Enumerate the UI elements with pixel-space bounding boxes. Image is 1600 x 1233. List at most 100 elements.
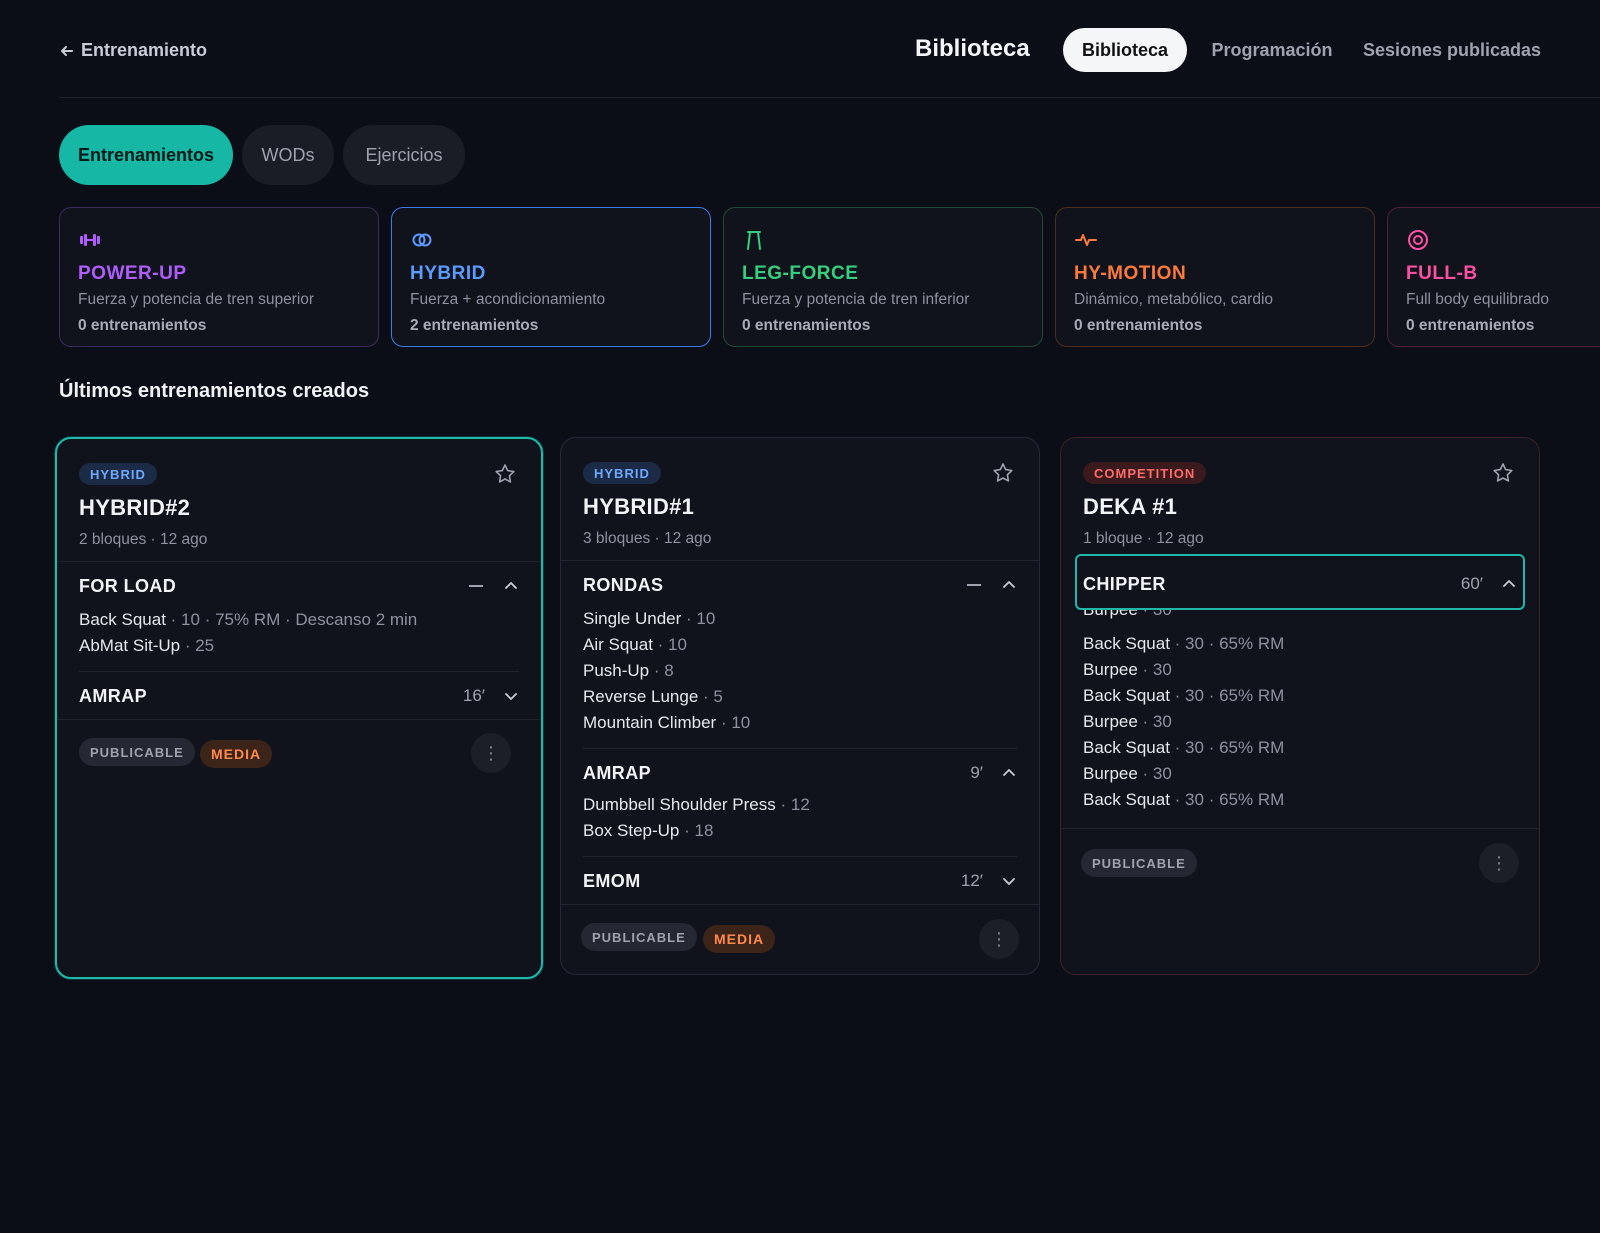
card-footer: PUBLICABLE ⋮ <box>1061 828 1539 908</box>
page-title: Biblioteca <box>915 35 1030 62</box>
nav-sesiones-publicadas[interactable]: Sesiones publicadas <box>1357 28 1547 72</box>
dumbbell-icon <box>80 234 100 246</box>
block-amrap: AMRAP 9′ Dumbbell Shoulder Press · 12 Bo… <box>583 748 1017 856</box>
nav-biblioteca[interactable]: Biblioteca <box>1063 28 1187 72</box>
category-title: LEG-FORCE <box>742 263 859 284</box>
workout-title: DEKA #1 <box>1083 494 1178 519</box>
exercise-item: Back Squat · 30 · 65% RM <box>1083 686 1285 705</box>
tab-ejercicios[interactable]: Ejercicios <box>343 125 465 185</box>
chevron-up-icon[interactable] <box>503 578 519 594</box>
star-icon[interactable] <box>493 462 517 486</box>
category-card-full-b[interactable]: FULL-B Full body equilibrado 0 entrenami… <box>1387 207 1600 347</box>
more-options-button[interactable]: ⋮ <box>471 733 511 773</box>
block-rondas: RONDAS Single Under · 10 Air Squat · 10 … <box>561 560 1039 748</box>
workout-card-deka-1[interactable]: COMPETITION DEKA #1 1 bloque · 12 ago Bu… <box>1060 437 1540 975</box>
block-for-load: FOR LOAD Back Squat · 10 · 75% RM · Desc… <box>57 561 541 671</box>
exercise-item: Air Squat · 10 <box>583 635 687 654</box>
section-title: Últimos entrenamientos creados <box>59 380 370 402</box>
exercise-item: Single Under · 10 <box>583 609 716 628</box>
exercise-item: Push-Up · 8 <box>583 661 674 680</box>
chevron-up-icon[interactable] <box>1001 765 1017 781</box>
nav-programacion[interactable]: Programación <box>1197 28 1347 72</box>
back-link-label: Entrenamiento <box>81 40 208 60</box>
block-duration: 9′ <box>970 763 983 782</box>
tab-wods[interactable]: WODs <box>242 125 334 185</box>
publicable-tag: PUBLICABLE <box>581 923 697 951</box>
back-link[interactable]: Entrenamiento <box>59 40 207 61</box>
chevron-down-icon[interactable] <box>1001 873 1017 889</box>
category-card-power-up[interactable]: POWER-UP Fuerza y potencia de tren super… <box>59 207 379 347</box>
workout-title: HYBRID#2 <box>79 495 191 520</box>
exercise-item: Back Squat · 30 · 65% RM <box>1083 634 1285 653</box>
star-icon[interactable] <box>1491 461 1515 485</box>
workout-meta: 2 bloques · 12 ago <box>79 531 208 548</box>
more-options-button[interactable]: ⋮ <box>979 919 1019 959</box>
workout-card-hybrid-1[interactable]: HYBRID HYBRID#1 3 bloques · 12 ago RONDA… <box>560 437 1040 975</box>
block-duration: 12′ <box>960 871 983 890</box>
block-header[interactable]: CHIPPER 60′ <box>1083 560 1517 608</box>
category-count: 0 entrenamientos <box>742 317 871 334</box>
media-tag: MEDIA <box>703 925 776 953</box>
block-emom: EMOM 12′ <box>583 856 1017 904</box>
block-header[interactable]: EMOM 12′ <box>583 857 1017 905</box>
block-name: EMOM <box>583 870 641 891</box>
chevron-down-icon[interactable] <box>503 688 519 704</box>
category-badge: COMPETITION <box>1083 462 1207 484</box>
more-options-button[interactable]: ⋮ <box>1479 843 1519 883</box>
chevron-up-icon[interactable] <box>1501 576 1517 592</box>
category-badge: HYBRID <box>79 463 157 485</box>
category-title: POWER-UP <box>78 263 187 284</box>
legs-icon <box>747 231 761 250</box>
category-badge: HYBRID <box>583 462 661 484</box>
category-card-hy-motion[interactable]: HY-MOTION Dinámico, metabólico, cardio 0… <box>1055 207 1375 347</box>
exercise-item: Burpee · 30 <box>1083 660 1172 679</box>
category-card-hybrid[interactable]: HYBRID Fuerza + acondicionamiento 2 entr… <box>391 207 711 347</box>
media-tag: MEDIA <box>200 740 273 768</box>
block-name: RONDAS <box>583 574 664 595</box>
exercise-item: Back Squat · 30 · 65% RM <box>1083 738 1285 757</box>
exercise-item: Burpee · 30 <box>1083 764 1172 783</box>
exercise-item: Reverse Lunge · 5 <box>583 687 723 706</box>
exercise-item: Back Squat · 30 · 65% RM <box>1083 790 1285 809</box>
category-count: 0 entrenamientos <box>1406 317 1535 334</box>
arrow-left-icon <box>61 45 73 56</box>
category-desc: Dinámico, metabólico, cardio <box>1074 291 1274 308</box>
block-name: AMRAP <box>583 762 651 783</box>
block-header[interactable]: FOR LOAD <box>79 562 519 610</box>
block-name: FOR LOAD <box>79 575 177 596</box>
category-desc: Fuerza + acondicionamiento <box>410 291 606 308</box>
exercise-item: Back Squat · 10 · 75% RM · Descanso 2 mi… <box>79 610 418 629</box>
workout-meta: 1 bloque · 12 ago <box>1083 530 1204 547</box>
block-name: CHIPPER <box>1083 573 1166 594</box>
exercise-item: Dumbbell Shoulder Press · 12 <box>583 795 810 814</box>
block-duration: 60′ <box>1460 574 1483 593</box>
top-bar: Entrenamiento Biblioteca Biblioteca Prog… <box>59 26 1600 98</box>
category-count: 2 entrenamientos <box>410 317 539 334</box>
block-amrap: AMRAP 16′ <box>79 671 519 719</box>
block-duration: 16′ <box>462 686 485 705</box>
block-header[interactable]: RONDAS <box>583 561 1017 609</box>
card-footer: PUBLICABLE MEDIA ⋮ <box>57 719 541 789</box>
publicable-tag: PUBLICABLE <box>1081 849 1197 877</box>
pulse-icon <box>1075 234 1097 246</box>
category-card-leg-force[interactable]: LEG-FORCE Fuerza y potencia de tren infe… <box>723 207 1043 347</box>
minus-icon[interactable] <box>469 585 483 587</box>
block-header[interactable]: AMRAP 16′ <box>79 672 519 720</box>
category-title: HY-MOTION <box>1074 263 1187 284</box>
tab-entrenamientos[interactable]: Entrenamientos <box>59 125 233 185</box>
category-desc: Fuerza y potencia de tren inferior <box>742 291 970 308</box>
workout-card-hybrid-2[interactable]: HYBRID HYBRID#2 2 bloques · 12 ago FOR L… <box>55 437 543 979</box>
exercise-item: Burpee · 30 <box>1083 712 1172 731</box>
chevron-up-icon[interactable] <box>1001 577 1017 593</box>
card-footer: PUBLICABLE MEDIA ⋮ <box>561 904 1039 974</box>
workout-meta: 3 bloques · 12 ago <box>583 530 712 547</box>
workout-title: HYBRID#1 <box>583 494 695 519</box>
block-header[interactable]: AMRAP 9′ <box>583 749 1017 797</box>
block-name: AMRAP <box>79 685 147 706</box>
star-icon[interactable] <box>991 461 1015 485</box>
block-chipper: Burpee · 30 CHIPPER 60′ Back Squat · 30 … <box>1061 554 1539 828</box>
exercise-item: AbMat Sit-Up · 25 <box>79 636 215 655</box>
category-desc: Fuerza y potencia de tren superior <box>78 291 315 308</box>
exercise-item: Mountain Climber · 10 <box>583 713 751 732</box>
minus-icon[interactable] <box>967 584 981 586</box>
